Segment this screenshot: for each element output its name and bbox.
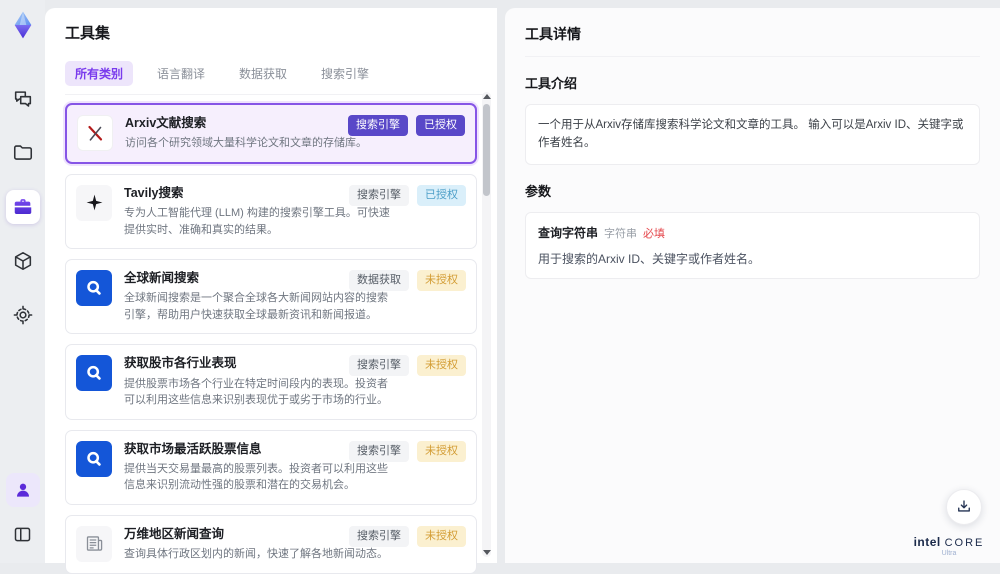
intro-text: 一个用于从Arxiv存储库搜索科学论文和文章的工具。 输入可以是Arxiv ID…	[538, 119, 964, 150]
auth-status-badge: 已授权	[416, 115, 465, 136]
download-icon	[958, 500, 970, 512]
tool-description: 全球新闻搜索是一个聚合全球各大新闻网站内容的搜索引擎，帮助用户快速获取全球最新资…	[124, 292, 388, 321]
scroll-down-arrow-icon[interactable]	[483, 550, 491, 555]
ultra-wordmark: Ultra	[941, 550, 957, 557]
param-type: 字符串	[604, 227, 638, 240]
tab-language-translation[interactable]: 语言翻译	[147, 61, 215, 86]
param-description: 用于搜索的Arxiv ID、关键字或作者姓名。	[538, 251, 761, 266]
chat-icon[interactable]	[6, 82, 40, 116]
stocks-search-icon	[76, 440, 112, 477]
core-wordmark: CORE	[944, 537, 985, 549]
panel-toggle-icon[interactable]	[6, 517, 40, 551]
category-badge: 搜索引擎	[349, 440, 409, 462]
tab-search-engine[interactable]: 搜索引擎	[311, 61, 379, 86]
intro-box: 一个用于从Arxiv存储库搜索科学论文和文章的工具。 输入可以是Arxiv ID…	[525, 104, 980, 165]
sidebar-nav	[5, 82, 40, 332]
category-badge: 搜索引擎	[348, 115, 408, 136]
user-icon[interactable]	[5, 473, 40, 507]
category-badge: 搜索引擎	[349, 355, 409, 377]
tool-description: 访问各个研究领域大量科学论文和文章的存储库。	[125, 137, 367, 150]
app-window: 工具集 所有类别 语言翻译 数据获取 搜索引擎 Arxiv文献搜索 访问各个研究…	[0, 0, 1000, 574]
tool-card[interactable]: 获取市场最活跃股票信息 提供当天交易量最高的股票列表。投资者可以利用这些信息来识…	[65, 429, 477, 505]
auth-status-badge: 已授权	[417, 184, 466, 206]
tool-description: 提供当天交易量最高的股票列表。投资者可以利用这些信息来识别流动性强的股票和潜在的…	[124, 462, 388, 492]
param-required-flag: 必填	[643, 227, 666, 240]
list-scrollbar[interactable]	[482, 92, 491, 557]
tools-panel: 工具集 所有类别 语言翻译 数据获取 搜索引擎 Arxiv文献搜索 访问各个研究…	[45, 8, 497, 574]
tool-card[interactable]: 获取股市各行业表现 提供股票市场各个行业在特定时间段内的表现。投资者可以利用这些…	[65, 344, 477, 420]
intro-heading: 工具介绍	[525, 76, 578, 91]
app-logo	[8, 10, 38, 40]
auth-status-badge: 未授权	[417, 270, 466, 291]
settings-icon[interactable]	[6, 298, 40, 332]
param-box: 查询字符串 字符串 必填 用于搜索的Arxiv ID、关键字或作者姓名。	[525, 211, 980, 279]
folder-icon[interactable]	[6, 136, 40, 170]
download-button[interactable]	[946, 489, 982, 525]
tool-description: 专为人工智能代理 (LLM) 构建的搜索引擎工具。可快速提供实时、准确和真实的结…	[124, 207, 390, 236]
intel-wordmark: intel	[913, 535, 941, 549]
tool-card[interactable]: 万维地区新闻查询 查询具体行政区划内的新闻，快速了解各地新闻动态。 搜索引擎 未…	[65, 514, 477, 574]
tool-detail-panel: 工具详情 工具介绍 一个用于从Arxiv存储库搜索科学论文和文章的工具。 输入可…	[505, 8, 1000, 563]
intel-core-logo: intel CORE Ultra	[910, 535, 988, 557]
left-sidebar	[0, 0, 45, 563]
tool-description: 查询具体行政区划内的新闻，快速了解各地新闻动态。	[124, 548, 388, 560]
auth-status-badge: 未授权	[417, 440, 466, 462]
scroll-up-arrow-icon[interactable]	[483, 94, 491, 99]
tool-card[interactable]: 全球新闻搜索 全球新闻搜索是一个聚合全球各大新闻网站内容的搜索引擎，帮助用户快速…	[65, 259, 477, 335]
category-badge: 搜索引擎	[349, 184, 409, 206]
globalnews-search-icon	[76, 270, 112, 306]
params-heading: 参数	[525, 183, 552, 199]
detail-title: 工具详情	[525, 24, 980, 57]
category-badge: 数据获取	[349, 270, 409, 291]
tool-description: 提供股票市场各个行业在特定时间段内的表现。投资者可以利用这些信息来识别表现优于或…	[124, 377, 388, 407]
param-name: 查询字符串	[538, 225, 599, 240]
tab-all-categories[interactable]: 所有类别	[65, 61, 134, 86]
stocks-search-icon	[76, 355, 112, 392]
arxiv-logo-icon	[77, 115, 113, 151]
category-badge: 搜索引擎	[349, 525, 409, 547]
scrollbar-thumb[interactable]	[483, 104, 490, 196]
tab-data-fetch[interactable]: 数据获取	[229, 61, 297, 86]
auth-status-badge: 未授权	[417, 355, 466, 377]
tool-card[interactable]: Arxiv文献搜索 访问各个研究领域大量科学论文和文章的存储库。 搜索引擎 已授…	[65, 103, 477, 164]
sidebar-bottom	[5, 473, 40, 563]
tavily-star-icon	[76, 184, 112, 221]
auth-status-badge: 未授权	[417, 525, 466, 547]
page-title: 工具集	[65, 25, 111, 42]
toolbox-icon[interactable]	[5, 190, 40, 224]
tool-card[interactable]: Tavily搜索 专为人工智能代理 (LLM) 构建的搜索引擎工具。可快速提供实…	[65, 173, 477, 249]
newspaper-icon	[76, 525, 112, 562]
cube-icon[interactable]	[6, 244, 40, 278]
category-tabs: 所有类别 语言翻译 数据获取 搜索引擎	[65, 61, 483, 95]
tool-list: Arxiv文献搜索 访问各个研究领域大量科学论文和文章的存储库。 搜索引擎 已授…	[65, 103, 477, 574]
